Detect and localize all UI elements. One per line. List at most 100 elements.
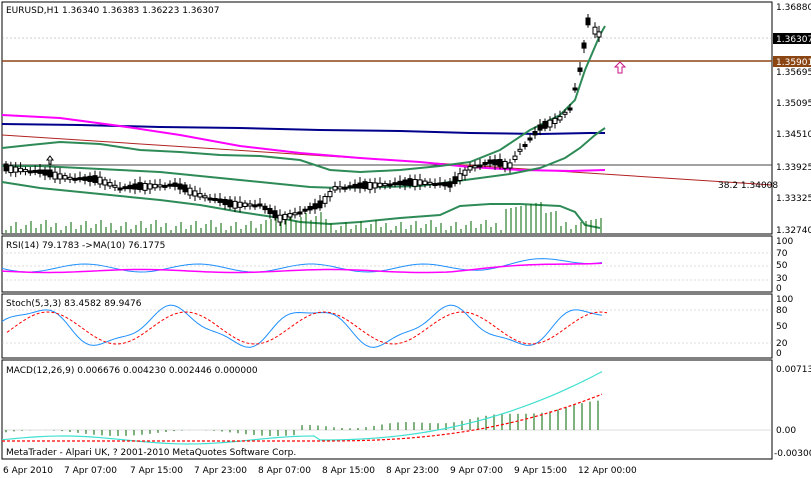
price-tick: 1.33925: [776, 163, 811, 173]
candle-body: [487, 159, 493, 164]
candle-body: [347, 185, 353, 189]
candle-body: [292, 212, 298, 216]
time-tick: 7 Apr 23:00: [194, 466, 247, 476]
candle-body: [302, 208, 308, 212]
current-price-label: 1.36307: [776, 35, 811, 45]
level-price-label: 1.35901: [776, 58, 811, 68]
candle-body: [477, 164, 483, 168]
stoch-tick: 80: [776, 306, 788, 316]
candle-body: [502, 160, 508, 169]
rsi-header: RSI(14) 79.1783 ->MA(10) 76.1775: [6, 241, 165, 251]
candle-body: [357, 182, 363, 189]
macd-tick: 0.00: [776, 426, 796, 436]
candle-body: [312, 203, 318, 210]
candle-body: [262, 205, 268, 211]
candle-body: [257, 203, 263, 207]
candle-body: [332, 186, 338, 191]
candle-body: [322, 196, 328, 204]
price-tick: 1.36880: [776, 3, 811, 13]
candle-body: [167, 183, 173, 187]
candle-body: [567, 107, 573, 111]
trading-chart[interactable]: EURUSD,H1 1.36340 1.36383 1.36223 1.3630…: [0, 0, 811, 478]
candle-body: [557, 116, 563, 121]
candle-body: [337, 186, 343, 190]
rsi-tick: 50: [776, 261, 788, 271]
candle-body: [522, 144, 528, 147]
candle-body: [57, 173, 63, 180]
price-tick: 1.35695: [776, 68, 811, 78]
candle-body: [527, 137, 533, 141]
candle-body: [462, 169, 468, 176]
candle-body: [67, 176, 73, 180]
time-tick: 8 Apr 23:00: [386, 466, 439, 476]
rsi-axis: 100 70 50 30 0: [776, 237, 793, 294]
stoch-tick: 50: [776, 322, 788, 332]
candle-body: [42, 169, 48, 176]
candle-body: [307, 206, 313, 211]
candle-body: [352, 183, 358, 189]
candle-body: [267, 208, 273, 215]
price-tick: 1.32740: [776, 226, 811, 236]
macd-tick: -0.00300: [774, 449, 811, 459]
stoch-tick: 0: [776, 349, 782, 359]
candle-body: [402, 179, 408, 186]
candle-body: [232, 200, 238, 209]
candle-body: [157, 184, 163, 188]
fib-level-label: 38.2 1.34008: [718, 181, 778, 191]
candle-body: [467, 166, 473, 171]
candle-body: [497, 159, 503, 167]
time-tick: 7 Apr 15:00: [130, 466, 183, 476]
candle-body: [237, 201, 243, 208]
candle-body: [162, 184, 168, 188]
stoch-tick: 20: [776, 339, 788, 349]
candle-body: [62, 175, 68, 180]
candle-body: [532, 131, 538, 136]
time-tick: 9 Apr 07:00: [450, 466, 503, 476]
candle-body: [282, 213, 288, 220]
candle-body: [117, 187, 123, 191]
candle-body: [417, 179, 423, 186]
main-price-panel[interactable]: [1, 1, 773, 235]
candle-body: [442, 182, 448, 187]
time-tick: 7 Apr 07:00: [64, 466, 117, 476]
candle-body: [437, 182, 443, 186]
candle-body: [207, 197, 213, 201]
rsi-tick: 100: [776, 237, 793, 247]
candle-body: [127, 184, 133, 190]
price-tick: 1.33325: [776, 194, 811, 204]
candle-body: [382, 183, 388, 187]
candle-body: [47, 169, 53, 178]
candle-body: [387, 183, 393, 187]
candle-body: [422, 180, 428, 186]
main-header: EURUSD,H1 1.36340 1.36383 1.36223 1.3630…: [6, 6, 219, 16]
candle-body: [492, 159, 498, 166]
time-tick: 6 Apr 2010: [3, 466, 53, 476]
candle-body: [77, 177, 83, 181]
time-tick: 8 Apr 07:00: [258, 466, 311, 476]
candle-body: [537, 124, 543, 131]
candle-body: [432, 183, 438, 186]
candle-body: [342, 186, 348, 190]
candle-body: [577, 67, 583, 72]
candle-body: [122, 186, 128, 190]
candle-body: [72, 177, 78, 181]
candle-body: [152, 183, 158, 189]
candle-body: [596, 31, 602, 38]
candle-body: [592, 26, 598, 35]
candle-body: [217, 198, 223, 203]
candle-body: [102, 179, 108, 186]
stoch-tick: 100: [776, 295, 793, 305]
candle-body: [542, 121, 548, 129]
stoch-header: Stoch(5,3,3) 83.4582 89.9476: [6, 299, 142, 309]
candle-body: [507, 162, 513, 169]
candle-body: [97, 176, 103, 185]
copyright-text: MetaTrader - Alpari UK, ? 2001-2010 Meta…: [6, 448, 296, 458]
candle-body: [112, 184, 118, 188]
candle-body: [317, 200, 323, 209]
candle-body: [572, 87, 578, 91]
candle-body: [407, 178, 413, 186]
candle-body: [177, 183, 183, 190]
candle-body: [187, 187, 193, 196]
candle-body: [585, 17, 591, 26]
candle-body: [27, 170, 33, 174]
